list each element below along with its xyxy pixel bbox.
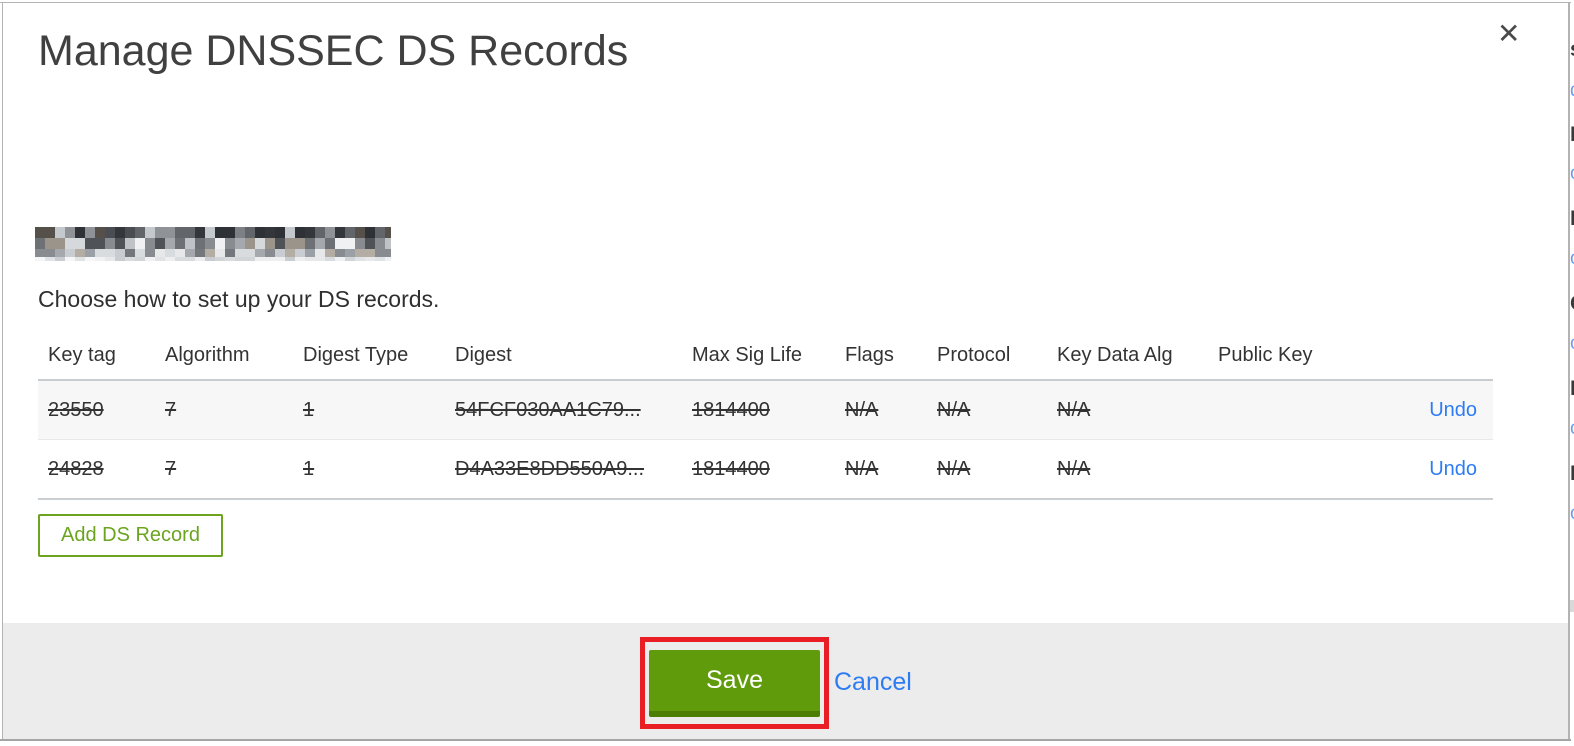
background-text-fragment: C xyxy=(1570,292,1574,316)
background-text-fragment: s xyxy=(1570,38,1574,62)
table-row: 24828 7 1 D4A33E8DD550A9... 1814400 N/A … xyxy=(38,439,1493,500)
background-text-fragment: d xyxy=(1570,80,1574,102)
redacted-domain-name xyxy=(35,227,391,261)
col-header-public-key: Public Key xyxy=(1218,344,1313,366)
cell-key-data-alg: N/A xyxy=(1057,457,1091,480)
background-text-fragment: o xyxy=(1570,503,1574,525)
background-text-fragment: E xyxy=(1570,377,1574,401)
col-header-max-sig-life: Max Sig Life xyxy=(692,344,803,366)
subtitle-text: Choose how to set up your DS records. xyxy=(38,286,440,312)
modal-border-bottom xyxy=(0,739,1571,741)
cell-digest: 54FCF030AA1C79... xyxy=(455,398,641,421)
cell-digest: D4A33E8DD550A9... xyxy=(455,457,645,480)
col-header-digest-type: Digest Type xyxy=(303,344,409,366)
cell-flags: N/A xyxy=(845,457,879,480)
background-page-patch xyxy=(1570,600,1574,612)
cell-public-key xyxy=(1208,380,1350,440)
background-page-sliver: sdNoLoCoEoPo xyxy=(1570,0,1574,623)
background-text-fragment: o xyxy=(1570,333,1574,355)
table-row: 23550 7 1 54FCF030AA1C79... 1814400 N/A … xyxy=(38,380,1493,440)
background-text-fragment: P xyxy=(1570,462,1574,486)
col-header-flags: Flags xyxy=(845,344,894,366)
background-text-fragment: o xyxy=(1570,248,1574,270)
cell-flags: N/A xyxy=(845,398,879,421)
cell-key-data-alg: N/A xyxy=(1057,398,1091,421)
cell-protocol: N/A xyxy=(937,398,971,421)
col-header-actions xyxy=(1350,332,1493,380)
modal-border-top xyxy=(0,2,1571,3)
close-icon[interactable]: ✕ xyxy=(1497,20,1520,48)
table-header-row: Key tag Algorithm Digest Type Digest Max… xyxy=(38,332,1493,380)
background-text-fragment: N xyxy=(1570,123,1574,147)
cancel-link[interactable]: Cancel xyxy=(834,668,912,697)
cell-key-tag: 23550 xyxy=(48,398,104,421)
dnssec-modal: sdNoLoCoEoPo Manage DNSSEC DS Records ✕ … xyxy=(0,0,1574,746)
ds-records-table: Key tag Algorithm Digest Type Digest Max… xyxy=(38,332,1493,500)
cell-algorithm: 7 xyxy=(165,398,177,421)
cell-key-tag: 24828 xyxy=(48,457,104,480)
col-header-digest: Digest xyxy=(455,344,512,366)
add-ds-record-button[interactable]: Add DS Record xyxy=(38,514,223,557)
background-text-fragment: L xyxy=(1570,207,1574,231)
cell-digest-type: 1 xyxy=(303,398,315,421)
undo-link[interactable]: Undo xyxy=(1429,458,1477,480)
undo-link[interactable]: Undo xyxy=(1429,399,1477,421)
save-button[interactable]: Save xyxy=(649,650,820,717)
col-header-protocol: Protocol xyxy=(937,344,1011,366)
cell-public-key xyxy=(1208,440,1350,500)
col-header-algorithm: Algorithm xyxy=(165,344,250,366)
cell-digest-type: 1 xyxy=(303,457,315,480)
background-text-fragment: o xyxy=(1570,418,1574,440)
cell-max-sig-life: 1814400 xyxy=(692,457,770,480)
page-title: Manage DNSSEC DS Records xyxy=(38,27,629,75)
background-text-fragment: o xyxy=(1570,163,1574,185)
col-header-key-tag: Key tag xyxy=(48,344,116,366)
col-header-key-data-alg: Key Data Alg xyxy=(1057,344,1173,366)
cell-algorithm: 7 xyxy=(165,457,177,480)
cell-max-sig-life: 1814400 xyxy=(692,398,770,421)
cell-protocol: N/A xyxy=(937,457,971,480)
